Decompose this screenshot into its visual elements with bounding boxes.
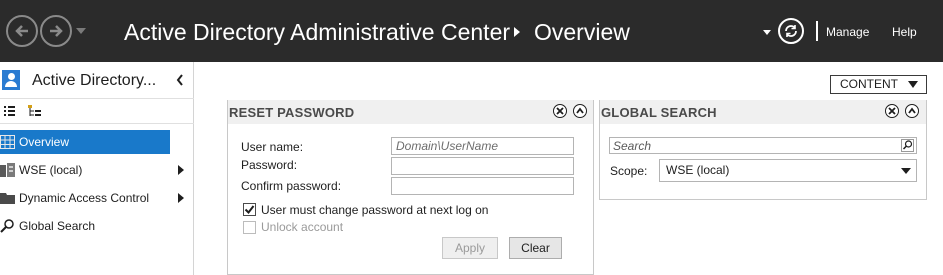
unlock-account-checkbox[interactable]: [243, 221, 256, 234]
sidebar-item-overview[interactable]: Overview: [0, 130, 170, 154]
clear-button[interactable]: Clear: [509, 237, 562, 259]
password-label: Password:: [241, 158, 298, 172]
navigation-title: Active Directory...: [32, 72, 157, 89]
chevron-down-icon: [901, 168, 911, 174]
unlock-account-label: Unlock account: [261, 220, 344, 234]
search-icon[interactable]: [901, 139, 914, 152]
close-icon: [555, 106, 564, 115]
back-arrow-icon: [15, 25, 28, 37]
content-dropdown[interactable]: CONTENT: [830, 75, 927, 94]
chevron-down-icon: [908, 81, 918, 88]
list-view-icon[interactable]: [3, 103, 19, 119]
username-label: User name:: [241, 140, 304, 154]
content-dropdown-label: CONTENT: [840, 77, 898, 91]
scope-label: Scope:: [610, 164, 648, 178]
toolbar-divider: [816, 21, 818, 41]
forward-button[interactable]: [40, 15, 72, 47]
manage-menu[interactable]: Manage: [826, 24, 869, 40]
sidebar-item-dynamic-access-control[interactable]: Dynamic Access Control: [0, 186, 170, 210]
collapse-pane-icon[interactable]: [176, 74, 184, 86]
grid-icon: [0, 135, 15, 149]
reset-password-header: RESET PASSWORD: [228, 100, 593, 124]
close-icon: [887, 106, 896, 115]
must-change-label: User must change password at next log on: [261, 203, 489, 217]
password-input[interactable]: [391, 157, 574, 175]
close-button[interactable]: [553, 104, 567, 118]
expand-wse-icon[interactable]: [178, 165, 184, 175]
username-input[interactable]: [391, 137, 574, 155]
chevron-up-icon: [575, 107, 584, 114]
global-search-title: GLOBAL SEARCH: [601, 105, 717, 120]
sidebar-item-global-search[interactable]: Global Search: [0, 214, 170, 238]
must-change-checkbox[interactable]: [243, 203, 256, 216]
confirm-password-input[interactable]: [391, 177, 574, 195]
refresh-icon: [785, 25, 797, 37]
breadcrumb-app-title[interactable]: Active Directory Administrative Center: [124, 15, 510, 49]
global-search-header: GLOBAL SEARCH: [600, 100, 926, 124]
reset-password-panel: RESET PASSWORD User name: Password: Conf…: [227, 100, 594, 275]
confirm-password-label: Confirm password:: [241, 179, 342, 193]
scope-select[interactable]: WSE (local): [659, 159, 917, 182]
collapse-button[interactable]: [905, 104, 919, 118]
global-search-box: [609, 137, 917, 154]
domain-icon: [0, 163, 15, 177]
expand-dac-icon[interactable]: [178, 193, 184, 203]
navigation-header: Active Directory...: [0, 62, 194, 98]
global-search-input[interactable]: [610, 138, 895, 153]
close-button[interactable]: [885, 104, 899, 118]
view-switcher: [0, 98, 194, 124]
tree-view-icon[interactable]: [27, 103, 43, 119]
navigation-pane: Active Directory... Overview WSE (local)…: [0, 62, 194, 275]
reset-password-title: RESET PASSWORD: [229, 105, 355, 120]
search-icon: [0, 219, 14, 233]
back-button[interactable]: [6, 15, 38, 47]
sidebar-item-label: Dynamic Access Control: [19, 191, 150, 205]
sidebar-item-wse-local[interactable]: WSE (local): [0, 158, 170, 182]
forward-arrow-icon: [50, 25, 63, 37]
breadcrumb-separator-icon: [514, 27, 520, 37]
history-dropdown-icon[interactable]: [76, 28, 86, 34]
chevron-up-icon: [907, 107, 916, 114]
scope-value: WSE (local): [666, 163, 730, 177]
sidebar-item-label: Overview: [19, 135, 70, 149]
chevron-down-icon[interactable]: [763, 30, 771, 35]
help-menu[interactable]: Help: [892, 24, 917, 40]
refresh-button[interactable]: [778, 18, 804, 44]
sidebar-item-label: WSE (local): [19, 163, 83, 177]
active-directory-icon: [2, 70, 20, 90]
sidebar-item-label: Global Search: [19, 219, 96, 233]
title-bar: Active Directory Administrative Center O…: [0, 0, 943, 62]
checkmark-icon: [244, 205, 255, 215]
collapse-button[interactable]: [573, 104, 587, 118]
apply-button[interactable]: Apply: [442, 237, 498, 259]
breadcrumb-current-page: Overview: [534, 19, 630, 45]
folder-icon: [0, 193, 15, 204]
